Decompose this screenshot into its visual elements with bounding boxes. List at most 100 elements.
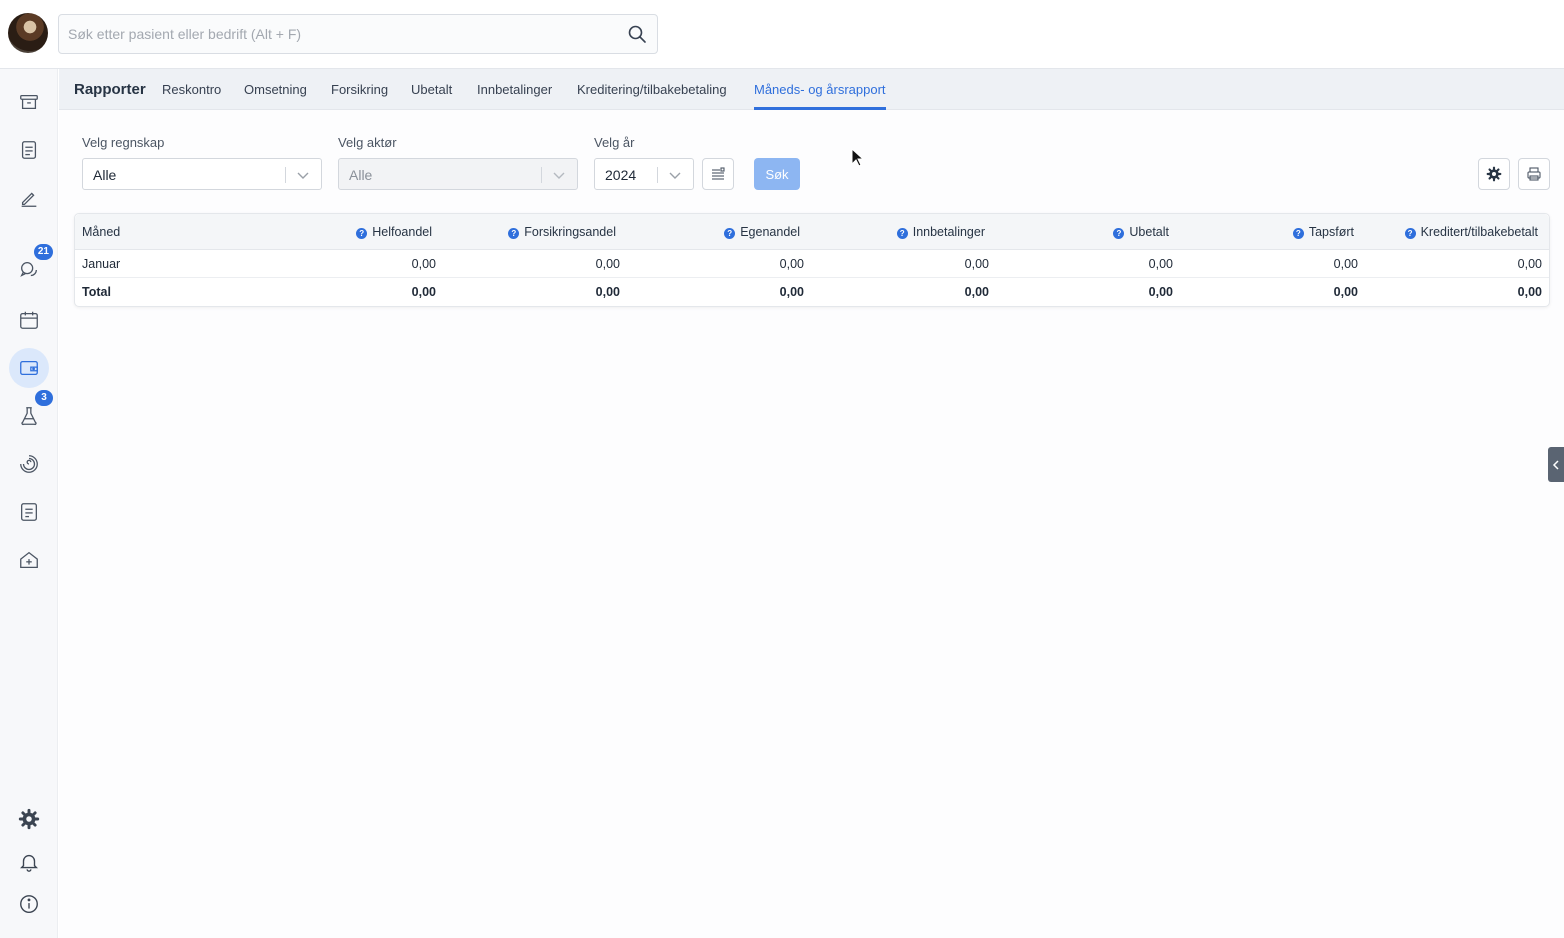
sidebar-item-pen[interactable] (9, 178, 49, 218)
sidebar-item-clinic[interactable] (9, 540, 49, 580)
tab-kreditering[interactable]: Kreditering/tilbakebetaling (577, 82, 727, 97)
help-icon[interactable]: ? (508, 228, 520, 239)
table-cell: 0,00 (779, 257, 804, 271)
table-cell: 0,00 (1333, 257, 1358, 271)
columns-icon (712, 167, 725, 180)
search-icon[interactable] (627, 24, 647, 44)
regnskap-select[interactable]: Alle (82, 158, 322, 190)
report-tabs: Rapporter Reskontro Omsetning Forsikring… (59, 69, 1564, 110)
column-header-label: Tapsført (1308, 225, 1354, 239)
help-icon[interactable]: ? (1404, 228, 1416, 239)
tab-forsikring[interactable]: Forsikring (331, 82, 388, 97)
table-cell-total-label: Total (82, 285, 111, 299)
print-icon (1527, 167, 1541, 181)
year-select[interactable]: 2024 (594, 158, 694, 190)
chevron-left-icon (1552, 459, 1559, 470)
aktor-select[interactable]: Alle (338, 158, 578, 190)
top-bar (0, 0, 1564, 69)
sidebar-item-spiral[interactable] (9, 444, 49, 484)
chat-icon (20, 262, 37, 277)
sidebar-item-messages[interactable]: 21 (9, 244, 53, 290)
main-content: Velg regnskap Alle Velg aktør Alle Velg … (59, 110, 1564, 938)
help-icon[interactable]: ? (356, 228, 368, 239)
tab-omsetning[interactable]: Omsetning (244, 82, 307, 97)
calendar-icon (20, 311, 38, 329)
mouse-cursor-icon (851, 148, 865, 167)
table-total-row: Total 0,00 0,00 0,00 0,00 0,00 0,00 0,00 (75, 278, 1549, 306)
sidebar-item-checklist[interactable] (9, 492, 49, 532)
table-cell: 0,00 (1517, 285, 1542, 299)
sidebar: 21 3 (0, 69, 58, 938)
table-cell: 0,00 (595, 285, 620, 299)
table-cell: 0,00 (1148, 257, 1173, 271)
spiral-icon (20, 455, 38, 473)
panel-toggle-handle[interactable] (1548, 447, 1564, 482)
column-header-label: Egenandel (740, 225, 800, 239)
tab-ubetalt[interactable]: Ubetalt (411, 82, 452, 97)
column-header[interactable]: ? Kreditert/tilbakebetalt (1404, 225, 1538, 239)
chevron-down-icon[interactable] (296, 168, 310, 182)
chevron-down-icon[interactable] (668, 168, 682, 182)
aktor-value: Alle (349, 167, 373, 183)
lab-badge: 3 (35, 390, 53, 406)
table-cell: 0,00 (1517, 257, 1542, 271)
column-header-label: Kreditert/tilbakebetalt (1420, 225, 1538, 239)
flask-icon (21, 407, 37, 425)
year-label: Velg år (594, 135, 635, 150)
column-header[interactable]: ? Innbetalinger (896, 225, 985, 239)
tab-reskontro[interactable]: Reskontro (162, 82, 221, 97)
sidebar-item-document[interactable] (9, 130, 49, 170)
column-header-label: Ubetalt (1129, 225, 1169, 239)
tab-innbetalinger[interactable]: Innbetalinger (477, 82, 552, 97)
wallet-icon (20, 360, 38, 376)
table-cell: 0,00 (595, 257, 620, 271)
help-icon[interactable]: ? (1113, 228, 1125, 239)
page-title: Rapporter (74, 81, 146, 98)
messages-badge: 21 (33, 244, 53, 260)
column-header-label: Innbetalinger (912, 225, 985, 239)
sidebar-item-archive[interactable] (9, 82, 49, 122)
sidebar-item-notifications[interactable] (9, 842, 49, 882)
aktor-label: Velg aktør (338, 135, 397, 150)
column-header-label: Helfoandel (372, 225, 432, 239)
info-icon (20, 895, 38, 913)
table-cell: 0,00 (964, 285, 989, 299)
column-header[interactable]: ? Egenandel (724, 225, 800, 239)
print-button[interactable] (1518, 158, 1550, 190)
column-header[interactable]: ? Helfoandel (356, 225, 432, 239)
columns-button[interactable] (702, 158, 734, 190)
report-table: Måned ? Helfoandel ? Forsikringsandel ? Ege… (74, 213, 1550, 307)
column-header[interactable]: ? Forsikringsandel (508, 225, 616, 239)
archive-icon (20, 94, 38, 110)
sidebar-item-calendar[interactable] (9, 300, 49, 340)
search-button[interactable]: Søk (754, 158, 800, 190)
tab-maneds-og-arsrapport[interactable]: Måneds- og årsrapport (754, 82, 886, 110)
table-cell: 0,00 (411, 285, 436, 299)
search-box[interactable] (58, 14, 658, 54)
column-header[interactable]: ? Ubetalt (1113, 225, 1169, 239)
gear-icon (18, 808, 40, 830)
pen-icon (21, 192, 37, 207)
help-icon[interactable]: ? (896, 228, 908, 239)
help-icon[interactable]: ? (1292, 228, 1304, 239)
column-header[interactable]: Måned (82, 225, 120, 239)
sidebar-item-settings[interactable] (9, 799, 49, 839)
gear-icon (1486, 166, 1502, 182)
select-separator (657, 167, 658, 183)
help-icon[interactable]: ? (724, 228, 736, 239)
checklist-icon (21, 503, 37, 521)
column-header-label: Forsikringsandel (524, 225, 616, 239)
sidebar-item-info[interactable] (9, 884, 49, 924)
chevron-down-icon[interactable] (552, 168, 566, 182)
column-header[interactable]: ? Tapsført (1292, 225, 1354, 239)
avatar[interactable] (8, 13, 48, 53)
select-separator (541, 167, 542, 183)
sidebar-item-lab[interactable]: 3 (9, 390, 53, 436)
search-input[interactable] (59, 15, 619, 53)
sidebar-item-economy[interactable] (9, 348, 49, 388)
table-cell-month: Januar (82, 257, 121, 271)
table-cell: 0,00 (411, 257, 436, 271)
table-cell: 0,00 (779, 285, 804, 299)
select-separator (285, 167, 286, 183)
settings-button[interactable] (1478, 158, 1510, 190)
